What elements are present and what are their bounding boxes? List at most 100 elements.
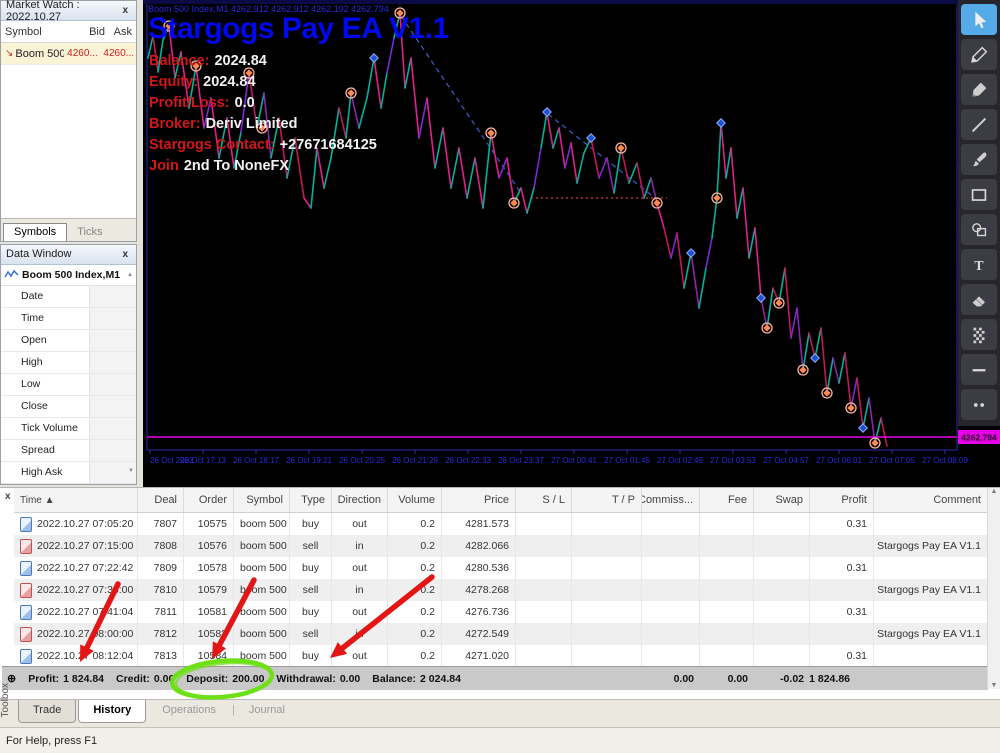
cell-commission xyxy=(642,557,700,579)
field-label: Open xyxy=(21,334,47,346)
eraser-icon[interactable] xyxy=(961,284,997,315)
data-window-titlebar[interactable]: Data Window x xyxy=(1,245,136,265)
pattern-icon[interactable] xyxy=(961,319,997,350)
column-header-comment[interactable]: Comment xyxy=(874,488,988,512)
field-value xyxy=(89,330,136,351)
cell-profit: 0.31 xyxy=(810,645,874,667)
cell-order: 10581 xyxy=(184,601,234,623)
summary-deposit-value: 200.00 xyxy=(232,672,265,685)
column-header-type[interactable]: Type xyxy=(290,488,332,512)
column-header-symbol[interactable]: Symbol xyxy=(234,488,290,512)
signal-marker-blue xyxy=(686,248,696,258)
data-window-instrument[interactable]: Boom 500 Index,M1 ▲ xyxy=(1,265,136,286)
scroll-down-icon[interactable]: ▼ xyxy=(991,682,998,689)
time-axis-label: 27 Oct 07:05 xyxy=(869,456,915,465)
column-ask[interactable]: Ask xyxy=(109,26,136,38)
cell-time: 2022.10.27 07:15:00 xyxy=(14,535,138,557)
field-label: Close xyxy=(21,400,48,412)
summary-profit-label: Profit: xyxy=(28,672,60,685)
tab-journal[interactable]: Journal xyxy=(235,700,299,722)
tab-ticks[interactable]: Ticks xyxy=(67,224,112,241)
column-header-volume[interactable]: Volume xyxy=(388,488,442,512)
column-symbol[interactable]: Symbol xyxy=(1,26,67,38)
symbol-row-boom500[interactable]: ↘ Boom 500 I... 4260... 4260... xyxy=(1,43,136,65)
column-header-time[interactable]: Time ▲ xyxy=(14,488,138,512)
scroll-up-icon[interactable]: ▲ xyxy=(991,488,998,495)
cell-tp xyxy=(572,557,642,579)
cell-swap xyxy=(754,535,810,557)
chart-area[interactable]: Boom 500 Index,M1 4262.912 4262.912 4262… xyxy=(143,0,1000,487)
cell-price: 4271.020 xyxy=(442,645,516,667)
history-row[interactable]: 2022.10.27 07:41:04781110581boom 500 ...… xyxy=(14,601,988,623)
summary-total-profit-value: 1 824.86 xyxy=(809,672,850,685)
column-header-deal[interactable]: Deal xyxy=(138,488,184,512)
summary-credit-value: 0.00 xyxy=(153,672,175,685)
market-watch-titlebar[interactable]: Market Watch : 2022.10.27 x xyxy=(1,0,136,23)
data-window-row: High xyxy=(1,352,136,374)
pencil-icon[interactable] xyxy=(961,39,997,70)
field-value: ▼ xyxy=(89,462,136,483)
column-header-fee[interactable]: Fee xyxy=(700,488,754,512)
time-axis-label: 26 Oct 20:25 xyxy=(339,456,385,465)
rectangle-icon[interactable] xyxy=(961,179,997,210)
column-header-tp[interactable]: T / P xyxy=(572,488,642,512)
brush-icon[interactable] xyxy=(961,144,997,175)
history-row[interactable]: 2022.10.27 07:38:00781010579boom 500 ...… xyxy=(14,579,988,601)
cell-volume: 0.2 xyxy=(388,579,442,601)
cell-comment xyxy=(874,645,988,667)
dots-icon[interactable] xyxy=(961,389,997,420)
column-bid[interactable]: Bid xyxy=(67,26,109,38)
cell-profit xyxy=(810,535,874,557)
scroll-up-icon[interactable]: ▲ xyxy=(127,272,136,278)
column-header-direction[interactable]: Direction xyxy=(332,488,388,512)
column-header-order[interactable]: Order xyxy=(184,488,234,512)
history-row[interactable]: 2022.10.27 07:22:42780910578boom 500 ...… xyxy=(14,557,988,579)
summary-profit-value: 1 824.84 xyxy=(63,672,105,685)
cell-direction: in xyxy=(332,535,388,557)
cell-swap xyxy=(754,623,810,645)
data-window-row: Time xyxy=(1,308,136,330)
time-axis-label: 27 Oct 01:45 xyxy=(604,456,650,465)
close-icon[interactable]: x xyxy=(119,249,131,260)
history-row[interactable]: 2022.10.27 07:05:20780710575boom 500 ...… xyxy=(14,513,988,535)
tab-history[interactable]: History xyxy=(78,700,147,723)
line-icon[interactable] xyxy=(961,109,997,140)
scroll-down-icon[interactable]: ▼ xyxy=(128,468,134,474)
tab-symbols[interactable]: Symbols xyxy=(3,223,68,241)
tab-operations[interactable]: Operations xyxy=(148,700,230,722)
time-axis-label: 27 Oct 00:41 xyxy=(551,456,597,465)
buy-deal-icon xyxy=(20,560,32,576)
column-header-price[interactable]: Price xyxy=(442,488,516,512)
column-header-sl[interactable]: S / L xyxy=(516,488,572,512)
cell-deal: 7809 xyxy=(138,557,184,579)
sell-deal-icon xyxy=(20,582,32,598)
market-watch-body xyxy=(1,65,136,218)
ea-info-block: Balance: 2024.84 Equity: 2024.84 Profit/Lo… xyxy=(149,53,377,179)
data-window-row: Date xyxy=(1,286,136,308)
tab-trade[interactable]: Trade xyxy=(18,700,77,723)
text-icon[interactable]: T xyxy=(961,249,997,280)
summary-withdrawal-label: Withdrawal: xyxy=(276,672,336,685)
toolbox-vertical-label[interactable]: Toolbox xyxy=(0,683,11,717)
history-row[interactable]: 2022.10.27 07:15:00780810576boom 500 ...… xyxy=(14,535,988,557)
column-header-commission[interactable]: Commiss... xyxy=(642,488,700,512)
close-icon[interactable]: x xyxy=(119,5,131,16)
shapes-icon[interactable] xyxy=(961,214,997,245)
marker-icon[interactable] xyxy=(961,74,997,105)
history-row[interactable]: 2022.10.27 08:12:04781310584boom 500 ...… xyxy=(14,645,988,667)
signal-marker-orange xyxy=(799,366,807,374)
close-icon[interactable]: x xyxy=(2,491,14,502)
cell-type: buy xyxy=(290,513,332,535)
cell-type: sell xyxy=(290,623,332,645)
cell-commission xyxy=(642,645,700,667)
history-scrollbar[interactable]: ▲ ▼ xyxy=(987,488,1000,689)
cursor-icon[interactable] xyxy=(961,4,997,35)
horizontal-line-icon[interactable] xyxy=(961,354,997,385)
profitloss-value: 0.0 xyxy=(234,95,255,111)
history-row[interactable]: 2022.10.27 08:00:00781210582boom 500 ...… xyxy=(14,623,988,645)
column-header-swap[interactable]: Swap xyxy=(754,488,810,512)
field-label: Spread xyxy=(21,444,55,456)
symbol-name: Boom 500 I... xyxy=(15,47,64,60)
cell-order: 10578 xyxy=(184,557,234,579)
column-header-profit[interactable]: Profit xyxy=(810,488,874,512)
